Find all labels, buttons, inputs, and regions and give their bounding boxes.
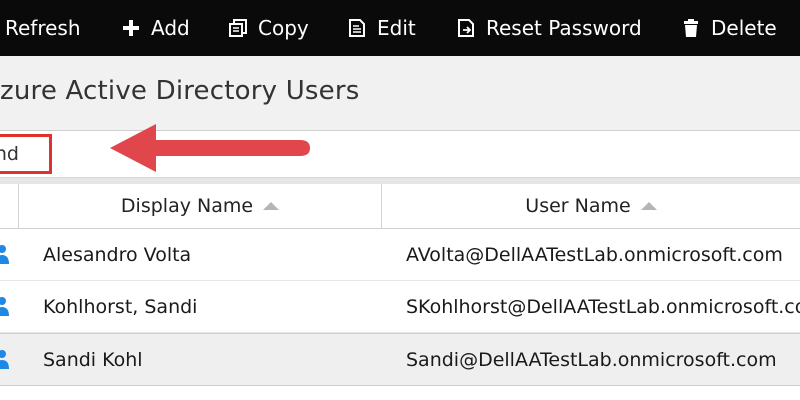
divider (0, 177, 800, 184)
refresh-button[interactable]: Refresh (5, 0, 81, 56)
reset-password-label: Reset Password (486, 16, 642, 40)
search-input[interactable]: nd (0, 134, 52, 174)
users-table: Display Name User Name Alesandro Volta A… (0, 184, 800, 386)
edit-button[interactable]: Edit (346, 0, 416, 56)
table-header: Display Name User Name (0, 184, 800, 229)
user-icon (0, 334, 10, 385)
plus-icon (120, 17, 142, 39)
user-icon (0, 229, 10, 280)
copy-icon (227, 17, 249, 39)
add-button[interactable]: Add (120, 0, 190, 56)
add-label: Add (151, 16, 190, 40)
column-label: User Name (525, 195, 631, 217)
reset-password-button[interactable]: Reset Password (455, 0, 642, 56)
table-row[interactable]: Kohlhorst, Sandi SKohlhorst@DellAATestLa… (0, 281, 800, 333)
page-title: zure Active Directory Users (0, 76, 360, 106)
search-value: nd (0, 143, 19, 165)
user-icon (0, 281, 10, 332)
column-header-user-name[interactable]: User Name (382, 184, 800, 228)
column-label: Display Name (120, 195, 254, 217)
sort-ascending-icon (263, 202, 280, 210)
user-name-cell: Sandi@DellAATestLab.onmicrosoft.com (406, 348, 777, 371)
copy-label: Copy (258, 16, 309, 40)
trash-icon (680, 17, 702, 39)
reset-password-icon (455, 17, 477, 39)
delete-button[interactable]: Delete (680, 0, 777, 56)
edit-label: Edit (377, 16, 416, 40)
display-name-cell: Kohlhorst, Sandi (43, 295, 198, 318)
red-arrow-annotation (110, 124, 310, 172)
refresh-label: Refresh (5, 16, 81, 40)
icon-column-header[interactable] (0, 184, 19, 228)
delete-label: Delete (711, 16, 777, 40)
table-row-selected[interactable]: Sandi Kohl Sandi@DellAATestLab.onmicroso… (0, 333, 800, 386)
user-name-cell: AVolta@DellAATestLab.onmicrosoft.com (406, 243, 783, 266)
table-row[interactable]: Alesandro Volta AVolta@DellAATestLab.onm… (0, 229, 800, 281)
copy-button[interactable]: Copy (227, 0, 309, 56)
user-name-cell: SKohlhorst@DellAATestLab.onmicrosoft.com (406, 295, 800, 318)
column-header-display-name[interactable]: Display Name (19, 184, 382, 228)
sort-ascending-icon (640, 202, 657, 210)
display-name-cell: Sandi Kohl (43, 348, 143, 371)
edit-icon (346, 17, 368, 39)
display-name-cell: Alesandro Volta (43, 243, 192, 266)
toolbar: Refresh Add Copy Edit Reset Password Del… (0, 0, 800, 56)
